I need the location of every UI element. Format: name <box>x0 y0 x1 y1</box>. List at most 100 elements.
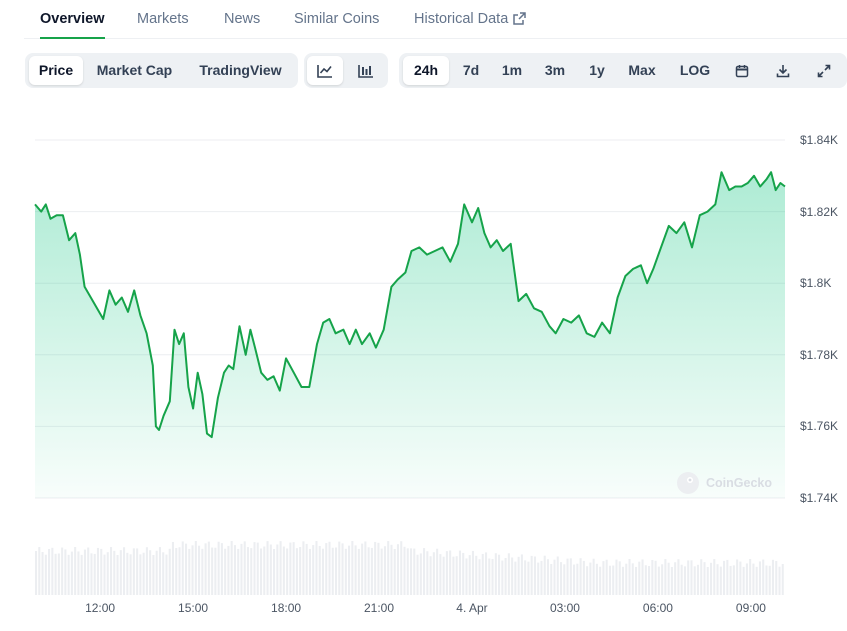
volume-bar <box>400 541 403 595</box>
line-chart-icon <box>317 64 332 78</box>
volume-bar <box>302 541 305 595</box>
volume-bar <box>374 541 377 595</box>
volume-bar <box>269 544 272 595</box>
volume-bar <box>103 554 106 595</box>
volume-bar <box>233 545 236 595</box>
volume-bar <box>282 546 285 595</box>
volume-bar <box>569 558 572 595</box>
volume-bar <box>491 558 494 595</box>
volume-bar <box>243 541 246 595</box>
volume-bar <box>61 547 64 595</box>
volume-bar <box>762 559 765 595</box>
volume-bar <box>771 559 775 595</box>
volume-bar <box>661 564 664 595</box>
volume-bar <box>207 541 210 595</box>
volume-bar <box>498 554 501 595</box>
volume-bar <box>703 562 706 595</box>
fullscreen-button[interactable] <box>806 56 842 85</box>
volume-bar <box>638 561 641 595</box>
tab-bar: Overview Markets News Similar Coins Hist… <box>24 0 847 39</box>
volume-bar <box>778 566 781 595</box>
download-icon <box>776 64 790 77</box>
range-24h-button[interactable]: 24h <box>403 56 449 85</box>
tab-overview[interactable]: Overview <box>40 0 105 39</box>
volume-bar <box>338 541 341 595</box>
volume-bar <box>560 562 563 595</box>
x-tick-label: 18:00 <box>271 601 302 615</box>
volume-bar <box>410 548 413 595</box>
volume-bar <box>628 559 631 595</box>
tab-news[interactable]: News <box>224 0 260 38</box>
calendar-button[interactable] <box>724 56 760 85</box>
volume-bar <box>716 564 719 595</box>
volume-bar <box>592 558 595 595</box>
volume-bar <box>527 561 530 595</box>
tab-markets[interactable]: Markets <box>137 0 189 38</box>
candlestick-chart-button[interactable] <box>348 56 384 85</box>
y-tick-label: $1.84K <box>800 133 839 147</box>
volume-bar <box>380 548 383 595</box>
volume-bar <box>677 559 680 595</box>
volume-bar <box>524 560 527 595</box>
volume-bar <box>266 541 269 595</box>
volume-bar <box>194 541 197 595</box>
volume-bar <box>641 559 644 595</box>
volume-bar <box>729 565 732 595</box>
range-max-button[interactable]: Max <box>621 56 663 85</box>
range-7d-button[interactable]: 7d <box>454 56 488 85</box>
volume-bar <box>485 552 488 595</box>
volume-bar <box>723 560 726 595</box>
range-1m-button[interactable]: 1m <box>495 56 529 85</box>
volume-bar <box>211 547 214 595</box>
volume-bar <box>67 554 70 595</box>
volume-bar <box>654 560 657 595</box>
download-button[interactable] <box>765 56 801 85</box>
volume-bar <box>413 548 416 595</box>
volume-bar <box>543 555 546 595</box>
volume-bar <box>361 543 364 595</box>
market-cap-button[interactable]: Market Cap <box>88 56 181 85</box>
tab-historical-data[interactable]: Historical Data <box>414 0 527 38</box>
volume-bar <box>517 556 520 595</box>
volume-bar <box>119 550 122 595</box>
volume-bar <box>149 550 152 595</box>
tab-similar-coins[interactable]: Similar Coins <box>294 0 379 38</box>
range-group: 24h 7d 1m 3m 1y Max LOG <box>399 53 847 88</box>
volume-bar <box>315 541 318 595</box>
volume-bar <box>110 547 113 595</box>
volume-bar <box>325 543 328 595</box>
volume-bar <box>700 559 703 595</box>
volume-bar <box>351 541 354 595</box>
volume-bar <box>393 548 396 595</box>
volume-bar <box>171 541 175 595</box>
volume-bar <box>664 559 667 595</box>
range-1y-button[interactable]: 1y <box>581 56 613 85</box>
volume-bar <box>396 544 400 595</box>
volume-bar <box>481 553 484 595</box>
volume-bar <box>475 555 478 595</box>
watermark-text: CoinGecko <box>706 476 772 490</box>
y-tick-label: $1.8K <box>800 276 832 291</box>
log-scale-button[interactable]: LOG <box>672 56 718 85</box>
volume-bar <box>566 558 569 595</box>
volume-bar <box>589 562 592 595</box>
volume-bar <box>635 566 638 595</box>
volume-bar <box>312 545 315 595</box>
volume-bar <box>683 566 686 595</box>
volume-bar <box>191 545 194 595</box>
volume-bar <box>377 542 380 595</box>
volume-bar <box>357 548 360 595</box>
volume-bar <box>74 547 77 595</box>
volume-bar <box>292 542 295 595</box>
volume-bar <box>582 560 585 595</box>
tradingview-button[interactable]: TradingView <box>188 56 293 85</box>
volume-bar <box>644 565 647 595</box>
volume-bar <box>406 548 409 595</box>
line-chart-button[interactable] <box>307 56 343 85</box>
volume-bar <box>540 560 543 595</box>
price-chart[interactable] <box>0 100 847 600</box>
range-3m-button[interactable]: 3m <box>538 56 572 85</box>
volume-bar <box>745 563 748 595</box>
price-button[interactable]: Price <box>29 56 83 85</box>
volume-bar <box>462 552 465 595</box>
